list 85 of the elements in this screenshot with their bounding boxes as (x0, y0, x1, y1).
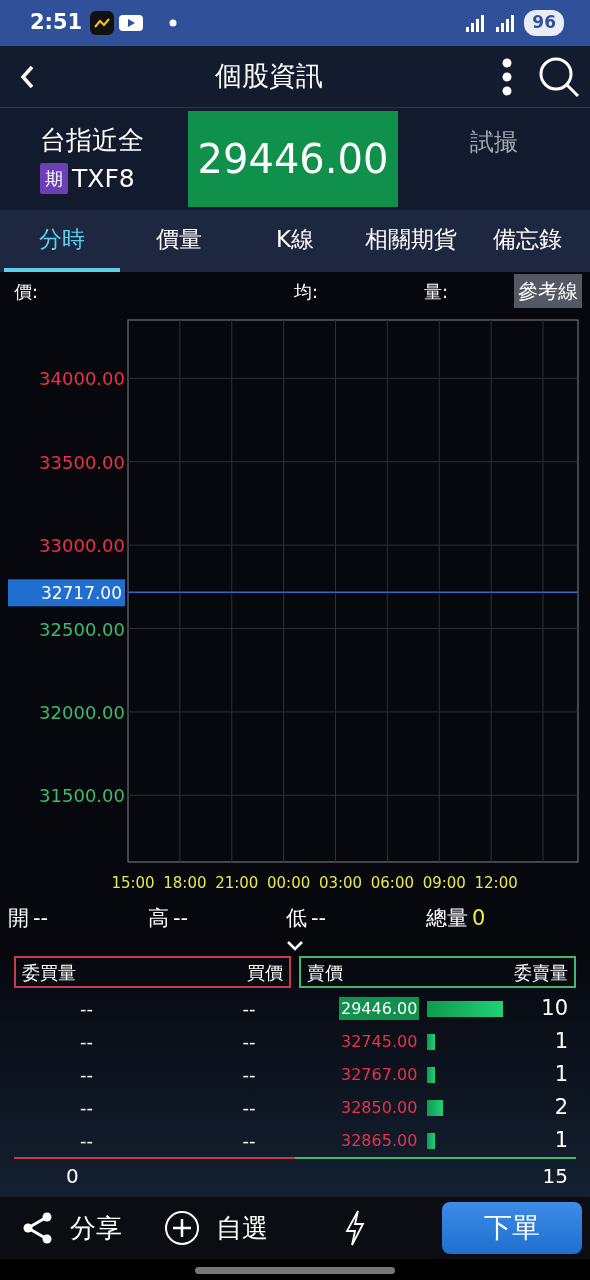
search-icon[interactable] (538, 55, 580, 98)
bid-quantity: -- (80, 998, 93, 1019)
bid-price: -- (242, 1130, 256, 1151)
chart-info-label: 量: (424, 280, 449, 302)
bid-price: -- (242, 1097, 256, 1118)
ask-quantity: 10 (541, 995, 568, 1020)
clock-time: 2:51 (30, 9, 83, 37)
tab[interactable]: 價量 (120, 210, 237, 272)
y-axis-label: 32000.00 (39, 701, 125, 723)
stat-value: -- (173, 905, 189, 933)
stat-value: -- (33, 905, 49, 933)
chart-info-label: 價: (14, 280, 39, 302)
x-axis-label: 21:00 (215, 874, 259, 892)
volume-bar (427, 1066, 435, 1083)
futures-badge: 期 (40, 163, 68, 194)
chevron-down-icon[interactable] (286, 940, 304, 952)
volume-bar (427, 1033, 435, 1050)
y-axis-label: 33500.00 (39, 451, 125, 473)
stat-label: 高 (148, 905, 169, 933)
tab[interactable]: 相關期貨 (353, 210, 470, 272)
tab[interactable]: 分時 (4, 210, 121, 272)
battery-level: 96 (524, 10, 564, 36)
play-app-icon (118, 13, 145, 33)
y-axis-label: 31500.00 (39, 785, 125, 807)
column-header: 委賣量 (514, 960, 568, 985)
order-button[interactable]: 下單 (442, 1202, 582, 1254)
x-axis-label: 18:00 (163, 874, 207, 892)
share-label[interactable]: 分享 (70, 1208, 122, 1248)
instrument-name: 台指近全 (40, 123, 144, 157)
x-axis-label: 15:00 (111, 874, 155, 892)
more-icon[interactable] (500, 56, 514, 97)
y-axis-label: 32500.00 (39, 618, 125, 640)
x-axis-label: 12:00 (474, 874, 518, 892)
stat-label: 開 (8, 905, 29, 933)
price-display: 29446.00 (188, 111, 398, 207)
ask-quantity: 1 (554, 1061, 568, 1086)
bid-quantity: -- (80, 1097, 93, 1118)
x-axis-label: 09:00 (422, 874, 466, 892)
bid-total: 0 (66, 1163, 79, 1190)
x-axis-label: 00:00 (267, 874, 311, 892)
ask-quantity: 1 (554, 1028, 568, 1053)
bid-quantity: -- (80, 1130, 93, 1151)
instrument-symbol: TXF8 (72, 162, 135, 195)
lightning-icon[interactable] (343, 1209, 367, 1247)
y-axis-label: 34000.00 (39, 368, 125, 390)
volume-bar (427, 1132, 435, 1149)
column-header: 買價 (247, 960, 283, 985)
share-icon[interactable] (22, 1212, 54, 1244)
column-header: 委買量 (22, 960, 76, 985)
ask-quantity: 1 (554, 1127, 568, 1152)
ask-total: 15 (542, 1163, 568, 1190)
ask-quantity: 2 (554, 1094, 568, 1119)
stat-value: -- (311, 905, 327, 933)
tab[interactable]: 備忘錄 (469, 210, 587, 272)
page-title: 個股資訊 (215, 60, 323, 92)
ask-price: 32865.00 (340, 1129, 419, 1152)
reference-line-button[interactable]: 參考線 (514, 274, 582, 308)
trial-match-status: 試撮 (470, 128, 518, 156)
stat-label: 低 (286, 905, 307, 933)
tab[interactable]: K線 (236, 210, 354, 272)
y-axis-label: 33000.00 (39, 535, 125, 557)
bid-price: -- (242, 1031, 256, 1052)
bid-quantity: -- (80, 1064, 93, 1085)
x-axis-label: 06:00 (370, 874, 414, 892)
ask-price: 32767.00 (340, 1063, 419, 1086)
stat-value: 0 (472, 905, 486, 933)
column-header: 賣價 (307, 960, 343, 985)
reference-price-tag: 32717.00 (8, 579, 125, 607)
volume-bar (427, 1099, 443, 1116)
home-indicator[interactable] (195, 1266, 395, 1274)
ask-price: 32850.00 (340, 1096, 419, 1119)
x-axis-label: 03:00 (318, 874, 363, 892)
signal-icon (494, 13, 517, 33)
ask-price: 29446.00 (339, 996, 420, 1021)
dot-icon (168, 18, 179, 28)
chart-info-label: 均: (294, 280, 319, 302)
watchlist-label[interactable]: 自選 (216, 1208, 268, 1248)
bid-price: -- (242, 1064, 256, 1085)
bid-quantity: -- (80, 1031, 93, 1052)
add-icon[interactable] (164, 1210, 200, 1246)
bid-price: -- (242, 998, 256, 1019)
stat-label: 總量 (426, 905, 468, 933)
chart-app-icon (90, 11, 115, 35)
ask-price: 32745.00 (340, 1030, 419, 1053)
signal-icon (464, 13, 487, 33)
